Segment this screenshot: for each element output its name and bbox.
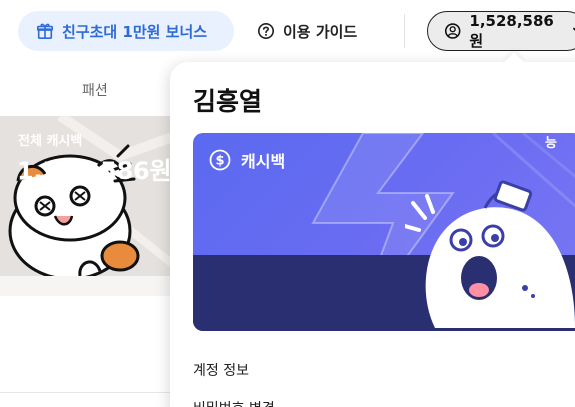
invite-bonus-button[interactable]: 친구초대 1만원 보너스 <box>18 11 234 51</box>
header-divider <box>404 14 405 48</box>
account-balance-button[interactable]: 1,528,586원 <box>427 11 575 51</box>
tab-fashion[interactable]: 패션 <box>82 80 108 100</box>
dollar-circle-icon: $ <box>209 149 231 171</box>
top-bar: 친구초대 1만원 보너스 이용 가이드 1,528,586원 <box>0 0 575 62</box>
usage-guide-button[interactable]: 이용 가이드 <box>257 11 357 51</box>
available-cashback-label: 능 <box>545 136 557 151</box>
menu-account-info[interactable]: 계정 정보 <box>193 360 249 380</box>
gift-icon <box>36 23 54 40</box>
menu-password-change[interactable]: 비밀번호 변경 <box>193 398 275 407</box>
cashback-title: 캐시백 <box>241 152 286 171</box>
balance-amount: 1,528,586원 <box>469 11 554 50</box>
total-cashback-value: 1,528,586원 <box>17 157 172 185</box>
user-circle-icon <box>444 23 461 39</box>
question-circle-icon <box>257 22 275 40</box>
svg-text:$: $ <box>215 154 224 169</box>
user-name: 김흥열 <box>193 87 263 116</box>
total-cashback-label: 전체 캐시백 <box>18 134 83 149</box>
product-thumbnail-footer <box>0 276 175 296</box>
invite-bonus-label: 친구초대 1만원 보너스 <box>62 22 208 41</box>
usage-guide-label: 이용 가이드 <box>283 22 358 41</box>
ghost-mascot <box>405 180 575 328</box>
cashback-header: $ 캐시백 <box>209 148 285 172</box>
section-divider <box>0 392 175 393</box>
